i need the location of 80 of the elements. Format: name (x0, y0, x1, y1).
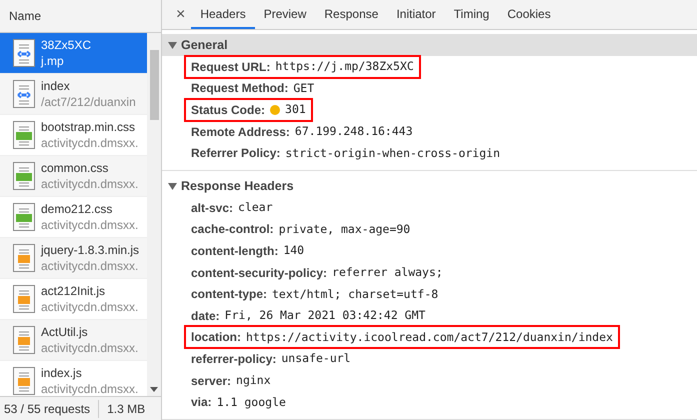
stylesheet-file-icon (13, 203, 35, 231)
column-header[interactable]: Name (9, 7, 42, 25)
request-domain: /act7/212/duanxin (41, 94, 136, 110)
header-value: strict-origin-when-cross-origin (285, 144, 500, 162)
request-domain: activitycdn.dmsxx. (41, 299, 138, 316)
request-domain: activitycdn.dmsxx. (41, 381, 138, 396)
request-row[interactable]: bootstrap.min.css activitycdn.dmsxx. (0, 115, 147, 156)
request-name: index (41, 78, 71, 94)
header-value: referrer always; (332, 264, 443, 282)
request-domain: activitycdn.dmsxx. (41, 176, 138, 192)
header-value: https://activity.icoolread.com/act7/212/duanxin/index (246, 328, 613, 346)
request-domain: activitycdn.dmsxx. (41, 258, 140, 274)
header-value: unsafe-url (281, 350, 351, 368)
request-name: 38Zx5XC (41, 36, 92, 53)
header-value: private, max-age=90 (278, 220, 410, 238)
request-row[interactable]: act212Init.js activitycdn.dmsxx. (0, 279, 147, 320)
request-domain: activitycdn.dmsxx. (41, 135, 138, 152)
header-name: Request Method: (191, 80, 288, 98)
document-file-icon (13, 39, 35, 67)
header-name: content-length: (191, 243, 278, 260)
script-file-icon (13, 244, 35, 272)
header-value: text/html; charset=utf-8 (272, 286, 438, 303)
header-value: 1.1 google (216, 394, 286, 411)
request-domain: j.mp (41, 53, 65, 70)
scroll-down-icon[interactable] (150, 387, 158, 392)
request-name: index.js (41, 364, 83, 381)
script-file-icon (13, 326, 35, 354)
close-button[interactable]: × (170, 0, 192, 30)
header-name: date: (191, 308, 220, 325)
section-title: General (181, 36, 228, 54)
script-file-icon (13, 285, 35, 313)
header-name: server: (191, 372, 232, 390)
script-file-icon (13, 367, 35, 395)
section-title: Response Headers (181, 178, 294, 195)
section-header[interactable]: General (162, 34, 697, 56)
header-name: Status Code: (191, 102, 266, 120)
request-name: act212Init.js (41, 282, 106, 299)
header-name: Referrer Policy: (191, 145, 280, 162)
transfer-size: 1.3 MB (106, 400, 146, 418)
header-value: clear (238, 199, 273, 216)
stylesheet-file-icon (13, 162, 35, 190)
header-value: 140 (283, 242, 304, 260)
stylesheet-file-icon (13, 121, 35, 149)
header-name: cache-control: (191, 221, 274, 238)
request-name: bootstrap.min.css (41, 118, 136, 135)
tab[interactable]: Response (315, 0, 388, 30)
header-value: 67.199.248.16:443 (294, 123, 413, 140)
header-value: Fri, 26 Mar 2021 03:42:42 GMT (224, 307, 426, 324)
tab[interactable]: Timing (444, 0, 498, 30)
header-value: GET (293, 80, 314, 97)
header-value: nginx (236, 372, 271, 389)
header-name: Request URL: (191, 58, 270, 76)
header-name: content-security-policy: (191, 264, 328, 282)
tab[interactable]: Initiator (387, 0, 445, 30)
header-value: https://j.mp/38Zx5XC (275, 58, 414, 76)
tab[interactable]: Cookies (498, 0, 560, 30)
request-row[interactable]: index.js activitycdn.dmsxx. (0, 361, 147, 396)
header-name: content-type: (191, 286, 267, 304)
request-name: common.css (41, 160, 110, 176)
header-name: Remote Address: (191, 124, 290, 141)
request-name: ActUtil.js (41, 324, 89, 340)
document-file-icon (13, 80, 35, 108)
request-count: 53 / 55 requests (0, 400, 100, 418)
tab[interactable]: Headers (191, 0, 255, 30)
scrollbar-thumb[interactable] (150, 50, 158, 120)
section-header[interactable]: Response Headers (162, 175, 697, 198)
request-name: demo212.css (41, 200, 114, 217)
tab[interactable]: Preview (254, 0, 316, 30)
expanded-triangle-icon[interactable] (168, 41, 177, 50)
header-name: referrer-policy: (191, 351, 276, 368)
request-name: jquery-1.8.3.min.js (41, 242, 140, 258)
header-value: 301 (285, 101, 306, 118)
request-row[interactable]: 38Zx5XC j.mp (0, 33, 147, 74)
header-name: via: (191, 394, 212, 412)
header-name: location: (191, 329, 241, 346)
request-row[interactable]: demo212.css activitycdn.dmsxx. (0, 197, 147, 238)
header-name: alt-svc: (191, 200, 234, 217)
request-domain: activitycdn.dmsxx. (41, 217, 138, 234)
expanded-triangle-icon[interactable] (168, 182, 177, 190)
request-domain: activitycdn.dmsxx. (41, 340, 138, 356)
